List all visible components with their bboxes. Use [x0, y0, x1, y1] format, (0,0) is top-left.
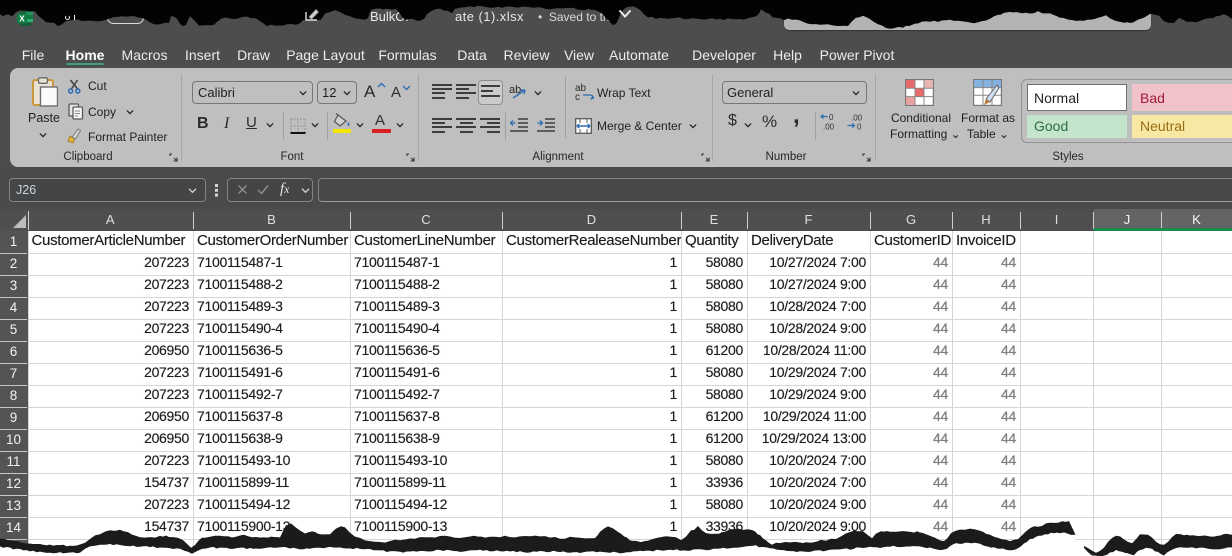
svg-text:.00: .00	[823, 123, 835, 132]
svg-text:0: 0	[857, 123, 862, 132]
svg-text:0: 0	[829, 113, 834, 122]
svg-text:.00: .00	[851, 114, 863, 123]
